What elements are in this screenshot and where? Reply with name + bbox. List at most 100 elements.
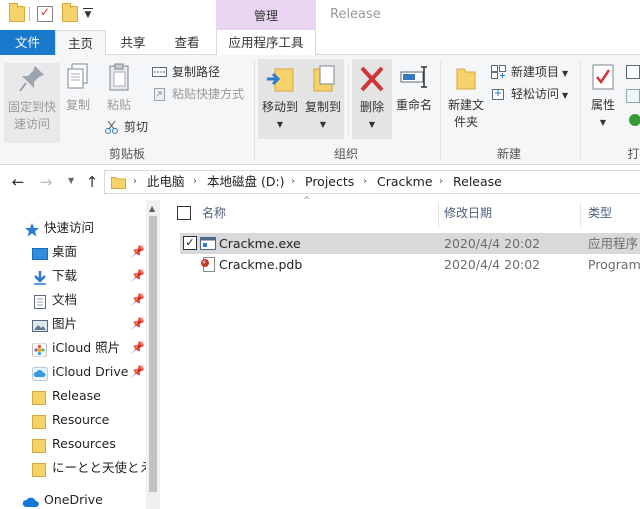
pictures-icon	[32, 317, 48, 332]
new-group-label: 新建	[496, 147, 521, 161]
column-header-date[interactable]: 修改日期	[444, 198, 492, 228]
properties-quick-icon[interactable]	[37, 5, 53, 22]
up-arrow-icon[interactable]: ↑	[82, 172, 102, 192]
delete-button[interactable]: 删除 ▼	[352, 59, 392, 139]
file-type: Program	[588, 257, 640, 272]
ribbon-divider	[580, 61, 581, 161]
nav-item-label: 下载	[52, 268, 78, 283]
new-folder-label: 新建文件夹	[447, 98, 484, 129]
nav-quick-access[interactable]: 快速访问	[0, 216, 146, 240]
pin-to-quick-access-button[interactable]: 固定到快速访问	[4, 63, 60, 143]
tab-app-tools[interactable]: 应用程序工具	[216, 30, 316, 56]
properties-caret-icon: ▼	[599, 118, 607, 127]
copy-icon	[63, 61, 93, 93]
nav-item-label: 图片	[52, 316, 78, 331]
nav-item-neet-folder[interactable]: にーとと天使とえ	[0, 456, 146, 480]
breadcrumb-projects[interactable]: Projects	[305, 171, 354, 193]
select-all-checkbox[interactable]	[177, 206, 191, 220]
scissors-icon	[104, 120, 119, 134]
open-icon	[626, 65, 640, 79]
pin-icon[interactable]: 📌	[131, 288, 145, 312]
properties-icon	[588, 61, 618, 93]
new-folder-quick-icon[interactable]	[62, 3, 78, 22]
paste-button[interactable]: 粘贴	[102, 61, 136, 114]
copy-to-button[interactable]: 复制到 ▼	[302, 59, 344, 139]
quick-access-divider	[29, 7, 30, 21]
ribbon-divider	[254, 61, 255, 161]
nav-item-desktop[interactable]: 桌面 📌	[0, 240, 146, 264]
edit-button[interactable]	[626, 86, 640, 106]
customize-quick-access-icon[interactable]: ▼	[83, 8, 93, 20]
breadcrumb-release[interactable]: Release	[453, 171, 502, 193]
file-list: ^ 名称 修改日期 类型 ✓ Crackme.exe 2020/4/4 20:0…	[162, 196, 640, 509]
pin-label: 固定到快速访问	[7, 100, 56, 131]
tab-home[interactable]: 主页	[55, 30, 106, 56]
nav-item-label: Resources	[52, 436, 116, 451]
new-item-button[interactable]: 新建项目 ▼	[491, 62, 568, 82]
delete-label: 删除	[359, 100, 384, 114]
folder-icon	[32, 437, 48, 453]
back-arrow-icon[interactable]: ←	[8, 172, 28, 192]
cut-label: 剪切	[124, 120, 149, 134]
breadcrumb-local-disk[interactable]: 本地磁盘 (D:)	[207, 171, 285, 193]
ribbon: 固定到快速访问 复制 粘贴 复制路径 粘贴快捷方式 剪切 剪贴板 移动到 ▼ 复…	[0, 55, 640, 165]
file-row-crackme-pdb[interactable]: Crackme.pdb 2020/4/4 20:02 Program	[180, 254, 640, 275]
open-button[interactable]	[626, 62, 640, 82]
breadcrumb-separator-icon: ›	[363, 176, 367, 187]
easy-access-label: 轻松访问	[511, 87, 560, 101]
tab-file[interactable]: 文件	[0, 30, 55, 55]
nav-item-resource[interactable]: Resource	[0, 408, 146, 432]
copy-button[interactable]: 复制	[62, 61, 94, 114]
nav-item-resources[interactable]: Resources	[0, 432, 146, 456]
pin-icon[interactable]: 📌	[131, 360, 145, 384]
recent-locations-icon[interactable]: ▼	[68, 176, 74, 185]
nav-item-downloads[interactable]: 下载 📌	[0, 264, 146, 288]
new-folder-button[interactable]: 新建文件夹	[444, 61, 488, 131]
address-bar[interactable]: › 此电脑 › 本地磁盘 (D:) › Projects › Crackme ›…	[104, 170, 640, 194]
breadcrumb-crackme[interactable]: Crackme	[377, 171, 433, 193]
nav-item-pictures[interactable]: 图片 📌	[0, 312, 146, 336]
column-divider[interactable]	[438, 202, 439, 228]
pin-icon[interactable]: 📌	[131, 264, 145, 288]
tab-share[interactable]: 共享	[110, 30, 156, 55]
nav-item-release[interactable]: Release	[0, 384, 146, 408]
paste-shortcut-button[interactable]: 粘贴快捷方式	[152, 84, 244, 104]
scrollbar-thumb[interactable]	[149, 216, 157, 492]
column-divider[interactable]	[580, 202, 581, 228]
edit-icon	[626, 89, 640, 103]
nav-item-icloud-drive[interactable]: iCloud Drive 📌	[0, 360, 146, 384]
row-checkbox[interactable]: ✓	[183, 236, 197, 250]
move-to-button[interactable]: 移动到 ▼	[258, 59, 302, 139]
column-header-type[interactable]: 类型	[588, 198, 612, 228]
copy-label: 复制	[65, 98, 90, 112]
navigation-pane: 快速访问 桌面 📌 下载 📌 文档 📌 图片 📌 iCloud 照片 📌 iCl…	[0, 200, 160, 509]
delete-x-icon	[357, 63, 387, 95]
properties-label: 属性	[590, 98, 615, 112]
pin-icon[interactable]: 📌	[131, 312, 145, 336]
nav-onedrive[interactable]: OneDrive	[0, 488, 146, 509]
file-date: 2020/4/4 20:02	[444, 257, 541, 272]
copy-path-button[interactable]: 复制路径	[152, 62, 220, 82]
navigation-pane-scrollbar[interactable]: ▲	[146, 200, 160, 509]
pin-icon[interactable]: 📌	[131, 336, 145, 360]
nav-item-label: Release	[52, 388, 101, 403]
nav-item-label: iCloud 照片	[52, 340, 121, 355]
folder-icon	[32, 413, 48, 429]
file-row-crackme-exe[interactable]: ✓ Crackme.exe 2020/4/4 20:02 应用程序	[180, 233, 640, 254]
rename-button[interactable]: 重命名	[393, 61, 435, 114]
tab-view[interactable]: 查看	[160, 30, 214, 55]
easy-access-button[interactable]: 轻松访问 ▼	[491, 84, 568, 104]
new-folder-icon	[451, 61, 481, 93]
nav-item-documents[interactable]: 文档 📌	[0, 288, 146, 312]
forward-arrow-icon[interactable]: →	[36, 172, 56, 192]
breadcrumb-this-pc[interactable]: 此电脑	[147, 171, 185, 193]
pin-icon[interactable]: 📌	[131, 240, 145, 264]
history-button[interactable]	[626, 110, 640, 130]
manage-context-tab[interactable]: 管理	[216, 0, 316, 30]
cut-button[interactable]: 剪切	[104, 117, 148, 137]
nav-item-icloud-photos[interactable]: iCloud 照片 📌	[0, 336, 146, 360]
column-header-name[interactable]: 名称	[202, 198, 226, 228]
document-icon	[32, 293, 48, 309]
scroll-up-arrow-icon[interactable]: ▲	[149, 204, 155, 213]
properties-button[interactable]: 属性 ▼	[584, 61, 622, 131]
